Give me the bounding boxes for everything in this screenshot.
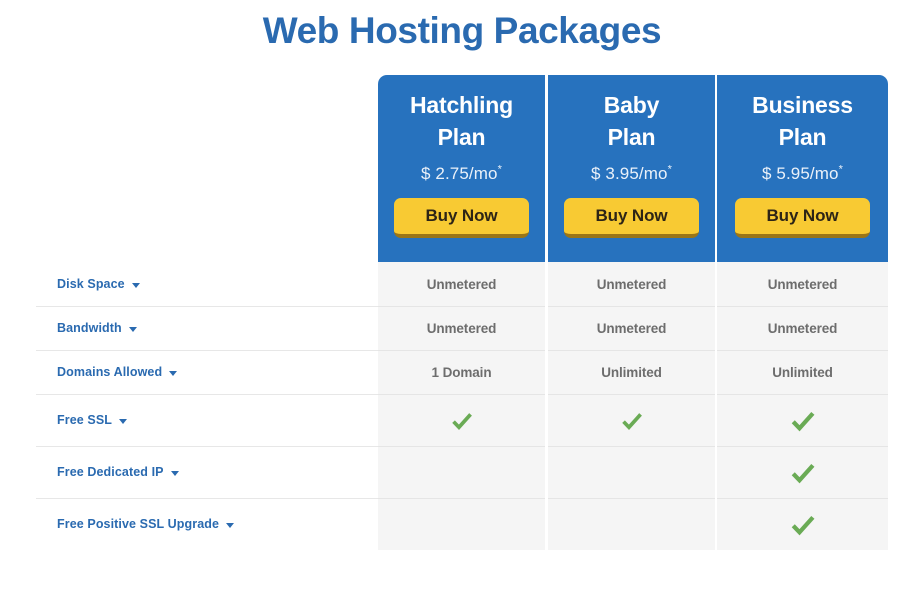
cell-value: Unlimited bbox=[772, 365, 833, 380]
table-cell: Unmetered bbox=[548, 306, 715, 350]
table-cell bbox=[378, 498, 545, 550]
plan-name-line2: Plan bbox=[437, 124, 486, 150]
table-cell bbox=[717, 498, 888, 550]
plan-price-asterisk: * bbox=[497, 163, 502, 176]
feature-label-text: Free Dedicated IP bbox=[57, 465, 164, 479]
plan-price-value: $ 5.95/mo bbox=[762, 164, 839, 183]
check-icon bbox=[788, 510, 818, 540]
table-row: Disk Space Unmetered Unmetered Unmetered bbox=[36, 262, 888, 306]
feature-label-disk-space[interactable]: Disk Space bbox=[57, 262, 140, 306]
chevron-down-icon[interactable] bbox=[119, 418, 127, 424]
table-row: Free Positive SSL Upgrade bbox=[36, 498, 888, 550]
cell-value: Unmetered bbox=[426, 321, 497, 336]
feature-label-free-positive-ssl-upgrade[interactable]: Free Positive SSL Upgrade bbox=[57, 498, 235, 550]
chevron-down-icon[interactable] bbox=[131, 282, 140, 288]
feature-rows: Disk Space Unmetered Unmetered Unmetered Ban… bbox=[36, 262, 888, 550]
table-cell bbox=[548, 394, 715, 446]
plan-card-baby[interactable]: Baby Plan $ 3.95/mo* Buy Now bbox=[548, 75, 715, 262]
plan-name: Business Plan bbox=[717, 89, 888, 153]
plan-card-hatchling[interactable]: Hatchling Plan $ 2.75/mo* Buy Now bbox=[378, 75, 545, 262]
plan-name-line1: Hatchling bbox=[410, 92, 513, 118]
feature-label-free-ssl[interactable]: Free SSL bbox=[57, 394, 127, 446]
feature-label-text: Free Positive SSL Upgrade bbox=[57, 517, 220, 531]
table-cell: Unmetered bbox=[717, 306, 888, 350]
plan-name: Hatchling Plan bbox=[378, 89, 545, 153]
plan-name-line2: Plan bbox=[778, 124, 827, 150]
plan-price: $ 2.75/mo* bbox=[378, 164, 545, 184]
table-cell: Unmetered bbox=[378, 306, 545, 350]
cell-value: 1 Domain bbox=[431, 365, 492, 380]
table-row: Domains Allowed 1 Domain Unlimited Unlimite… bbox=[36, 350, 888, 394]
feature-label-free-dedicated-ip[interactable]: Free Dedicated IP bbox=[57, 446, 179, 498]
table-cell bbox=[717, 394, 888, 446]
plan-name: Baby Plan bbox=[548, 89, 715, 153]
check-icon bbox=[449, 408, 475, 434]
buy-now-button-business[interactable]: Buy Now bbox=[735, 198, 870, 238]
chevron-down-icon[interactable] bbox=[226, 522, 235, 528]
pricing-page: Web Hosting Packages Hatchling Plan $ 2.… bbox=[0, 0, 924, 595]
plan-price: $ 5.95/mo* bbox=[717, 164, 888, 184]
table-cell bbox=[717, 446, 888, 498]
table-cell: Unlimited bbox=[717, 350, 888, 394]
feature-label-domains-allowed[interactable]: Domains Allowed bbox=[57, 350, 178, 394]
check-icon bbox=[788, 458, 818, 488]
plan-cards-row: Hatchling Plan $ 2.75/mo* Buy Now Baby P… bbox=[36, 75, 888, 262]
plan-price-value: $ 2.75/mo bbox=[421, 164, 498, 183]
cell-value: Unmetered bbox=[767, 276, 838, 292]
plan-price-asterisk: * bbox=[667, 163, 672, 176]
cell-value: Unlimited bbox=[601, 365, 662, 380]
chevron-down-icon[interactable] bbox=[170, 470, 179, 476]
table-cell: Unmetered bbox=[717, 262, 888, 306]
plan-name-line1: Baby bbox=[603, 92, 660, 118]
feature-label-bandwidth[interactable]: Bandwidth bbox=[57, 306, 137, 350]
feature-label-text: Bandwidth bbox=[57, 321, 122, 335]
table-cell bbox=[378, 394, 545, 446]
table-cell bbox=[548, 446, 715, 498]
table-cell bbox=[378, 446, 545, 498]
feature-label-text: Domains Allowed bbox=[57, 365, 163, 379]
buy-now-button-hatchling[interactable]: Buy Now bbox=[394, 198, 529, 238]
plan-price-asterisk: * bbox=[838, 163, 843, 176]
table-cell: Unlimited bbox=[548, 350, 715, 394]
plan-name-line2: Plan bbox=[607, 124, 656, 150]
table-cell: 1 Domain bbox=[378, 350, 545, 394]
cell-value: Unmetered bbox=[426, 276, 497, 292]
check-icon bbox=[619, 408, 645, 434]
cell-value: Unmetered bbox=[596, 276, 667, 292]
table-row: Free Dedicated IP bbox=[36, 446, 888, 498]
plan-card-business[interactable]: Business Plan $ 5.95/mo* Buy Now bbox=[717, 75, 888, 262]
plan-price: $ 3.95/mo* bbox=[548, 164, 715, 184]
table-row: Free SSL bbox=[36, 394, 888, 446]
pricing-table: Hatchling Plan $ 2.75/mo* Buy Now Baby P… bbox=[36, 75, 888, 553]
cell-value: Unmetered bbox=[596, 321, 667, 336]
cell-value: Unmetered bbox=[767, 321, 838, 336]
table-cell: Unmetered bbox=[378, 262, 545, 306]
feature-label-text: Disk Space bbox=[57, 277, 125, 291]
chevron-down-icon[interactable] bbox=[169, 370, 178, 376]
buy-now-button-baby[interactable]: Buy Now bbox=[564, 198, 699, 238]
page-title: Web Hosting Packages bbox=[262, 10, 662, 51]
feature-label-text: Free SSL bbox=[57, 413, 112, 427]
chevron-down-icon[interactable] bbox=[128, 326, 137, 332]
table-row: Bandwidth Unmetered Unmetered Unmetered bbox=[36, 306, 888, 350]
table-cell bbox=[548, 498, 715, 550]
check-icon bbox=[788, 406, 818, 436]
plan-name-line1: Business bbox=[752, 92, 853, 118]
table-cell: Unmetered bbox=[548, 262, 715, 306]
plan-price-value: $ 3.95/mo bbox=[591, 164, 668, 183]
